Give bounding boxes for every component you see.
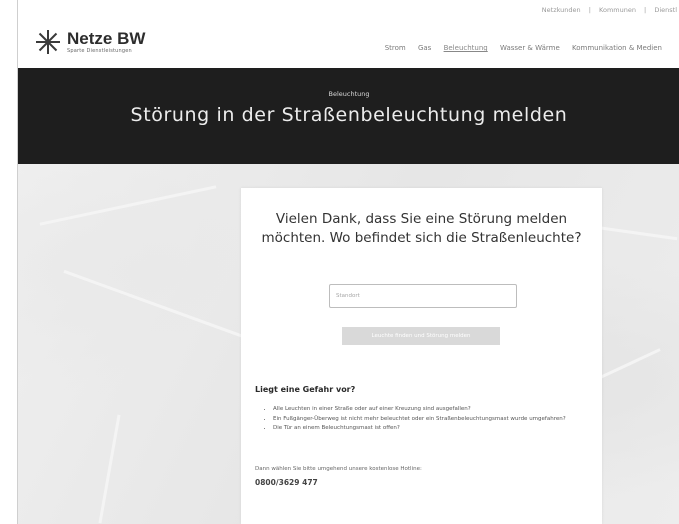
nav-item-gas[interactable]: Gas: [418, 44, 431, 52]
main-nav: Strom Gas Beleuchtung Wasser & Wärme Kom…: [375, 44, 662, 52]
card-question-line1: Vielen Dank, dass Sie eine Störung melde…: [275, 211, 568, 227]
danger-list: Alle Leuchten in einer Straße oder auf e…: [261, 405, 593, 434]
toplink-dienstleistungen[interactable]: Dienstl: [654, 6, 677, 14]
logo-subtitle: Sparte Dienstleistungen: [67, 48, 132, 54]
hotline-number[interactable]: 0800/3629 477: [255, 478, 318, 487]
location-input-placeholder: Standort: [336, 293, 360, 299]
danger-item: Ein Fußgänger-Überweg ist nicht mehr bel…: [273, 415, 593, 424]
hero-banner: Beleuchtung Störung in der Straßenbeleuc…: [18, 68, 679, 164]
find-light-button[interactable]: Leuchte finden und Störung melden: [342, 327, 500, 345]
top-links: Netzkunden | Kommunen | Dienstl: [539, 6, 679, 14]
toplink-kommunen[interactable]: Kommunen: [599, 6, 636, 14]
site-header: Netze BW Sparte Dienstleistungen Netzkun…: [18, 0, 679, 68]
nav-item-beleuchtung[interactable]: Beleuchtung: [444, 44, 488, 52]
report-card: Vielen Dank, dass Sie eine Störung melde…: [241, 188, 602, 524]
logo-name: Netze BW: [67, 29, 146, 48]
page-title: Störung in der Straßenbeleuchtung melden: [130, 104, 568, 126]
card-question: Vielen Dank, dass Sie eine Störung melde…: [241, 210, 602, 248]
hotline-note: Dann wählen Sie bitte umgehend unsere ko…: [255, 466, 422, 472]
location-input[interactable]: Standort: [329, 284, 517, 308]
card-question-line2: möchten. Wo befindet sich die Straßenleu…: [261, 230, 582, 246]
danger-item: Die Tür an einem Beleuchtungsmast ist of…: [273, 424, 593, 433]
toplink-separator: |: [588, 6, 591, 14]
toplink-separator: |: [644, 6, 647, 14]
logo[interactable]: Netze BW Sparte Dienstleistungen: [36, 30, 145, 54]
page-frame: Netze BW Sparte Dienstleistungen Netzkun…: [17, 0, 679, 524]
nav-item-strom[interactable]: Strom: [385, 44, 406, 52]
netze-bw-logo-icon: [36, 30, 60, 54]
hero-category: Beleuchtung: [328, 90, 370, 98]
danger-item: Alle Leuchten in einer Straße oder auf e…: [273, 405, 593, 414]
nav-item-wasser-waerme[interactable]: Wasser & Wärme: [500, 44, 560, 52]
nav-item-kommunikation-medien[interactable]: Kommunikation & Medien: [572, 44, 662, 52]
danger-heading: Liegt eine Gefahr vor?: [255, 385, 356, 394]
toplink-netzkunden[interactable]: Netzkunden: [542, 6, 581, 14]
